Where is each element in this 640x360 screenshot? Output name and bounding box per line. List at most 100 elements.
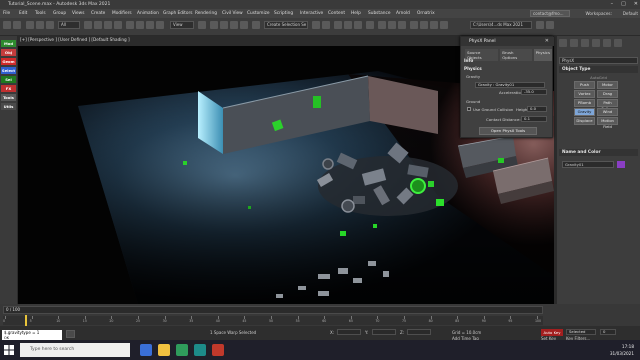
ribbon-tab[interactable]: Tools	[1, 94, 16, 101]
link-icon[interactable]	[26, 21, 34, 29]
menu-create[interactable]: Create	[91, 11, 105, 16]
menu-edit[interactable]: Edit	[19, 11, 27, 16]
menu-views[interactable]: Views	[72, 11, 84, 16]
create-tab-icon[interactable]	[559, 39, 567, 47]
auto-key-button[interactable]: Auto Key	[541, 329, 563, 336]
taskbar-search-input[interactable]: Type here to search	[20, 343, 130, 357]
ornatrix-icon[interactable]	[430, 21, 438, 29]
menu-modifiers[interactable]: Modifiers	[112, 11, 132, 16]
menu-rendering[interactable]: Rendering	[195, 11, 217, 16]
motor-button[interactable]: Motor	[597, 81, 618, 89]
folder-icon[interactable]	[536, 21, 544, 29]
browser-icon[interactable]	[176, 344, 188, 356]
name-color-header[interactable]: Name and Color	[559, 149, 638, 156]
menu-graph-editors[interactable]: Graph Editors	[163, 11, 193, 16]
object-color-swatch[interactable]	[617, 161, 625, 168]
gravity-button[interactable]: Gravity	[574, 108, 595, 116]
file-explorer-icon[interactable]	[158, 344, 170, 356]
material-editor-icon[interactable]	[366, 21, 374, 29]
selected-select[interactable]: Selected	[566, 329, 596, 335]
taskbar-clock[interactable]: 17:18 31/03/2021	[610, 343, 634, 357]
open-physx-tools-button[interactable]: Open PhysX Tools	[479, 127, 537, 135]
close-icon[interactable]: ✕	[545, 38, 549, 44]
ground-collision-checkbox[interactable]	[467, 107, 471, 111]
path-follow-button[interactable]: Path Follow	[597, 99, 618, 111]
schematic-view-icon[interactable]	[354, 21, 362, 29]
physx-panel[interactable]: PhysX Panel ✕ Source Objects Brush Optio…	[460, 36, 554, 138]
task-view-icon[interactable]	[140, 344, 152, 356]
menu-animation[interactable]: Animation	[137, 11, 159, 16]
display-tab-icon[interactable]	[603, 39, 611, 47]
selection-filter-select[interactable]: All	[58, 21, 80, 29]
wind-button[interactable]: Wind	[597, 108, 618, 116]
displace-button[interactable]: Displace	[574, 117, 595, 125]
physx-icon[interactable]	[420, 21, 428, 29]
utilities-tab-icon[interactable]	[614, 39, 622, 47]
autogrid-label[interactable]: AutoGrid	[557, 75, 640, 80]
object-name-field[interactable]: Gravity01	[562, 161, 614, 168]
ribbon-tab[interactable]: Geom	[1, 58, 16, 65]
gravity-field[interactable]: Gravity : Gravity01	[475, 82, 545, 88]
drag-button[interactable]: Drag	[597, 90, 618, 98]
place-icon[interactable]	[156, 21, 164, 29]
pbomb-button[interactable]: PBomb	[574, 99, 595, 107]
motion-field-button[interactable]: Motion Field	[597, 117, 618, 129]
menu-help[interactable]: Help	[351, 11, 361, 16]
scale-icon[interactable]	[146, 21, 154, 29]
align-icon[interactable]	[322, 21, 330, 29]
push-button[interactable]: Push	[574, 81, 595, 89]
ribbon-tab[interactable]: Mod	[1, 40, 16, 47]
project-icon[interactable]	[546, 21, 554, 29]
x-field[interactable]	[337, 329, 361, 335]
redo-icon[interactable]	[13, 21, 21, 29]
spinner-snap-icon[interactable]	[240, 21, 248, 29]
z-field[interactable]	[407, 329, 431, 335]
workspace-select[interactable]: Default	[623, 11, 638, 16]
bind-spacewarp-icon[interactable]	[46, 21, 54, 29]
menu-scripting[interactable]: Scripting	[274, 11, 293, 16]
project-path-field[interactable]: C:\Users\4...ds Max 2021	[470, 21, 532, 29]
edit-named-sets-icon[interactable]	[252, 21, 260, 29]
height-field[interactable]: 0.0	[527, 106, 547, 112]
y-field[interactable]	[372, 329, 396, 335]
menu-content[interactable]: Content	[328, 11, 345, 16]
section-info[interactable]: Info	[464, 58, 550, 64]
contact-distance-field[interactable]: 0.1	[521, 116, 547, 122]
category-select[interactable]: PhysX	[559, 57, 638, 64]
ribbon-tab[interactable]: Select	[1, 67, 16, 74]
hierarchy-tab-icon[interactable]	[581, 39, 589, 47]
script-editor-icon[interactable]	[66, 330, 75, 338]
percent-snap-icon[interactable]	[230, 21, 238, 29]
mirror-icon[interactable]	[312, 21, 320, 29]
physx-panel-title[interactable]: PhysX Panel	[461, 37, 554, 46]
named-selection-set-select[interactable]: Create Selection Se	[264, 21, 308, 29]
menu-group[interactable]: Group	[53, 11, 66, 16]
maximize-icon[interactable]: □	[621, 1, 626, 7]
minimize-icon[interactable]: –	[611, 1, 614, 7]
menu-ornatrix[interactable]: Ornatrix	[417, 11, 435, 16]
menu-tools[interactable]: Tools	[35, 11, 46, 16]
move-icon[interactable]	[126, 21, 134, 29]
menu-civil-view[interactable]: Civil View	[222, 11, 243, 16]
ribbon-tab[interactable]: FX	[1, 85, 16, 92]
object-type-header[interactable]: Object Type	[559, 66, 638, 73]
select-by-name-icon[interactable]	[94, 21, 102, 29]
app-icon[interactable]	[212, 344, 224, 356]
snap-icon[interactable]	[210, 21, 218, 29]
time-slider[interactable]: 0 / 100	[3, 306, 543, 314]
menu-file[interactable]: File	[3, 11, 10, 16]
angle-snap-icon[interactable]	[220, 21, 228, 29]
unlink-icon[interactable]	[36, 21, 44, 29]
rotate-icon[interactable]	[136, 21, 144, 29]
layer-explorer-icon[interactable]	[334, 21, 342, 29]
ribbon-tab[interactable]: Sel	[1, 76, 16, 83]
windows-start-icon[interactable]	[4, 345, 14, 355]
curve-editor-icon[interactable]	[344, 21, 352, 29]
substance-icon[interactable]	[440, 21, 448, 29]
menu-customize[interactable]: Customize	[247, 11, 270, 16]
rect-selection-icon[interactable]	[104, 21, 112, 29]
reference-coord-select[interactable]: View	[170, 21, 194, 29]
window-crossing-icon[interactable]	[114, 21, 122, 29]
close-icon[interactable]: ✕	[634, 1, 638, 7]
viewport-label[interactable]: [+] [Perspective ] [User Defined ] [Defa…	[20, 37, 130, 42]
